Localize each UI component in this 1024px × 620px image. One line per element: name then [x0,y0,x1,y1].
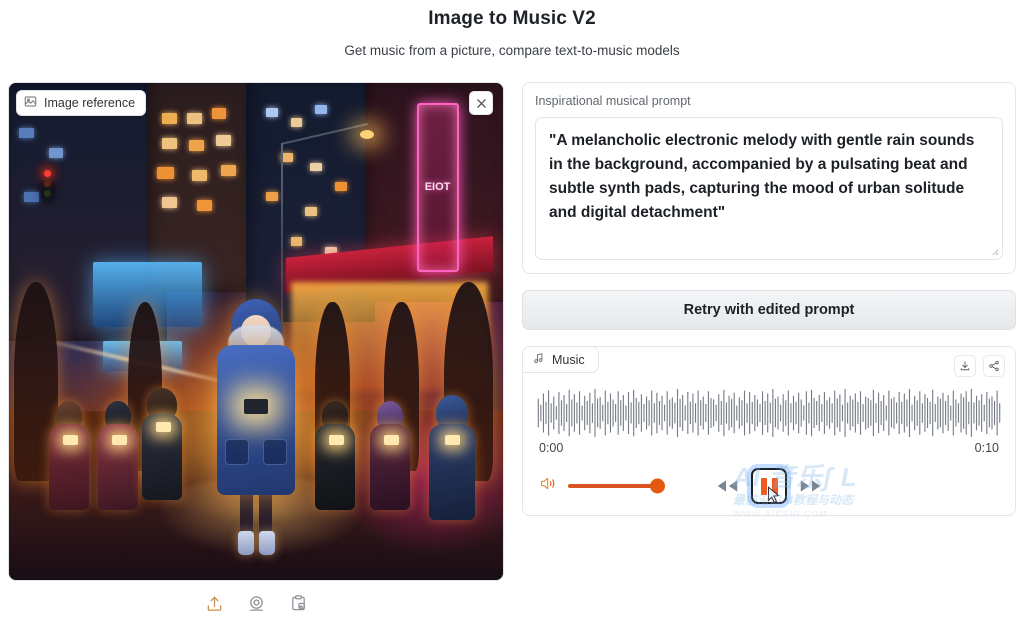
time-current: 0:00 [539,441,564,455]
close-icon[interactable] [469,91,493,115]
reference-image: EIOT [9,83,503,580]
page-subtitle: Get music from a picture, compare text-t… [344,43,680,58]
central-figure [217,299,295,556]
music-panel: Music 0:00 0:10 AI 音乐ʃ L 最前沿口AI教程与动态 WWW… [522,346,1016,519]
volume-slider[interactable] [568,478,665,494]
player-controls [523,468,1015,504]
prompt-label: Inspirational musical prompt [535,94,691,108]
neon-sign: EIOT [416,102,459,272]
volume-icon[interactable] [539,475,558,497]
image-reference-badge: Image reference [16,90,147,116]
music-note-icon [533,352,545,367]
image-icon [24,95,37,111]
image-tools-bar [8,586,504,620]
upload-icon[interactable] [204,593,224,613]
prompt-panel: Inspirational musical prompt "A melancho… [522,82,1016,274]
skip-forward-icon[interactable] [798,478,824,494]
audio-waveform[interactable] [537,387,1001,439]
volume-group [539,475,665,497]
resize-grip-icon[interactable] [989,247,999,257]
time-total: 0:10 [974,441,999,455]
music-tab-label: Music [552,352,585,367]
controls-column: Inspirational musical prompt "A melancho… [522,82,1016,620]
retry-with-edited-prompt-button[interactable]: Retry with edited prompt [522,290,1016,330]
pause-bar-left [760,477,767,495]
skip-backward-icon[interactable] [714,478,740,494]
app-root: Image to Music V2 Get music from a pictu… [0,0,1024,620]
music-actions [954,355,1005,377]
traffic-light [41,167,55,202]
webcam-icon[interactable] [246,593,266,613]
download-icon[interactable] [954,355,976,377]
transport-controls [714,468,824,504]
page-header: Image to Music V2 Get music from a pictu… [0,0,1024,60]
page-title: Image to Music V2 [428,8,596,29]
time-row: 0:00 0:10 [523,441,1015,455]
prompt-input[interactable]: "A melancholic electronic melody with ge… [535,117,1003,260]
main-content: EIOT Image reference Inspirational music… [0,82,1024,620]
pause-bar-right [771,477,778,495]
share-icon[interactable] [983,355,1005,377]
image-reference-card[interactable]: EIOT Image reference [8,82,504,581]
music-tab[interactable]: Music [522,346,599,373]
prompt-text[interactable]: "A melancholic electronic melody with ge… [549,129,989,225]
play-pause-button[interactable] [751,468,787,504]
image-reference-column: EIOT Image reference [8,82,504,620]
volume-slider-thumb[interactable] [650,478,665,494]
clipboard-icon[interactable] [288,593,308,613]
watermark-line-3: WWW.AIESHI.COM [733,509,828,519]
image-reference-label: Image reference [44,96,136,110]
